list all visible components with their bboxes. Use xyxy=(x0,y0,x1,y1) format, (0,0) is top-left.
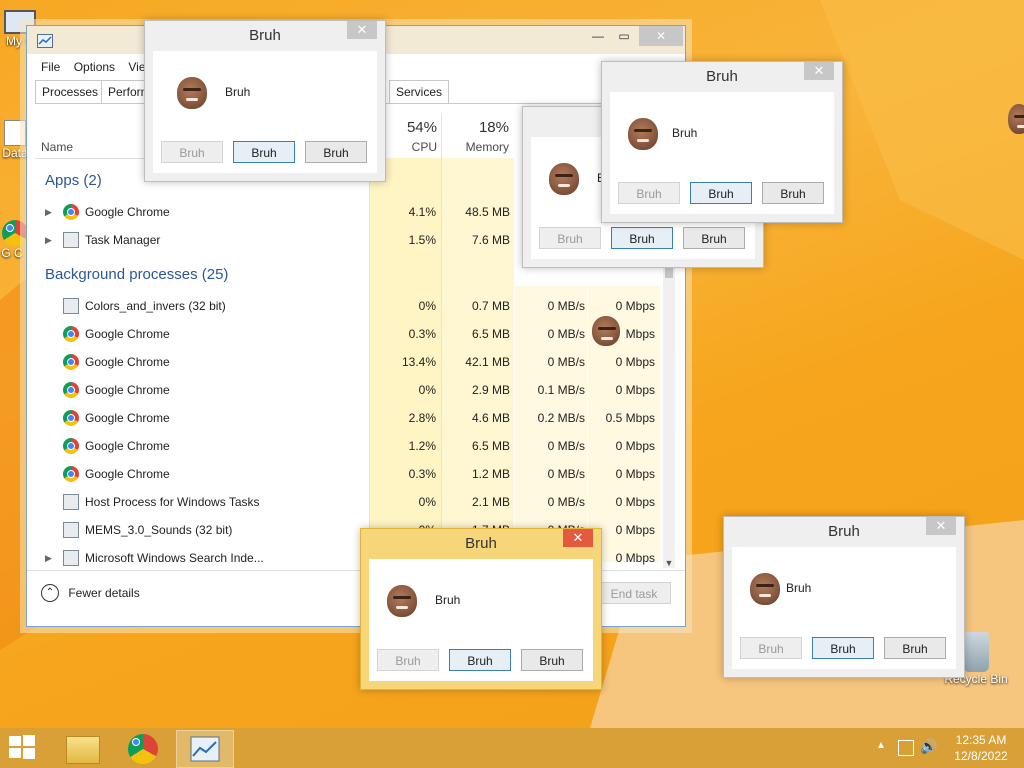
table-row[interactable]: Colors_and_invers (32 bit) 0% 0.7 MB 0 MB/s… xyxy=(27,292,663,320)
menu-options[interactable]: Options xyxy=(74,60,115,74)
apps-group-header: Apps (2) xyxy=(45,172,102,189)
chrome-icon xyxy=(63,382,79,398)
bruh-button[interactable]: Bruh xyxy=(521,649,583,671)
taskbar-file-explorer[interactable] xyxy=(54,730,110,766)
chrome-icon xyxy=(128,734,158,764)
cpu-percent: 54% xyxy=(406,119,437,136)
tray-overflow-icon[interactable]: ▲ xyxy=(876,740,886,751)
tab-services[interactable]: Services xyxy=(389,80,450,103)
bruh-button-default[interactable]: Bruh xyxy=(233,141,295,163)
window-icon xyxy=(63,298,79,314)
bruh-button[interactable]: Bruh xyxy=(884,637,946,659)
task-manager-icon xyxy=(37,34,53,48)
recycle-bin-icon xyxy=(963,632,989,672)
close-button[interactable]: ✕ xyxy=(347,21,377,39)
start-button[interactable] xyxy=(8,734,38,762)
bruh-button-disabled[interactable]: Bruh xyxy=(740,637,802,659)
window-icon xyxy=(63,494,79,510)
end-task-button[interactable]: End task xyxy=(597,582,671,604)
table-row[interactable]: Google Chrome 0.3% 6.5 MB 0 MB/s Mbps xyxy=(27,320,663,348)
chrome-icon xyxy=(63,438,79,454)
taskbar: ▲ 🔊 12:35 AM 12/8/2022 xyxy=(0,728,1024,768)
column-header-memory[interactable]: Memory xyxy=(457,140,509,154)
bruh-button-default[interactable]: Bruh xyxy=(690,182,752,204)
taskbar-task-manager[interactable] xyxy=(176,730,234,768)
scrollbar[interactable]: ▼ xyxy=(663,262,675,568)
chrome-icon xyxy=(2,220,28,246)
taskbar-chrome[interactable] xyxy=(114,730,170,766)
table-row[interactable]: Host Process for Windows Tasks 0% 2.1 MB 0 … xyxy=(27,488,663,516)
face-image-icon xyxy=(750,573,780,605)
bruh-button[interactable]: Bruh xyxy=(762,182,824,204)
table-row[interactable]: Google Chrome 0.3% 1.2 MB 0 MB/s 0 Mbps xyxy=(27,460,663,488)
background-group-header: Background processes (25) xyxy=(45,266,229,283)
folder-icon xyxy=(66,736,100,764)
face-image-icon xyxy=(549,163,579,195)
scroll-down-icon[interactable]: ▼ xyxy=(663,558,675,568)
chrome-icon xyxy=(63,410,79,426)
expand-arrow-icon[interactable]: ▶ xyxy=(45,226,52,254)
tab-processes[interactable]: Processes xyxy=(35,80,106,103)
chrome-icon xyxy=(63,354,79,370)
maximize-button[interactable]: ▭ xyxy=(613,26,635,46)
task-manager-icon xyxy=(190,736,220,762)
bruh-dialog[interactable]: Bruh ✕ Bruh Bruh Bruh Bruh xyxy=(723,516,965,678)
close-button[interactable]: ✕ xyxy=(563,529,593,547)
face-image-icon xyxy=(628,118,658,150)
task-manager-icon xyxy=(63,232,79,248)
table-row[interactable]: Google Chrome 13.4% 42.1 MB 0 MB/s 0 Mbps xyxy=(27,348,663,376)
clock[interactable]: 12:35 AM 12/8/2022 xyxy=(946,732,1016,764)
memory-percent: 18% xyxy=(478,119,509,136)
expand-arrow-icon[interactable]: ▶ xyxy=(45,198,52,226)
bruh-button[interactable]: Bruh xyxy=(305,141,367,163)
close-button[interactable]: ✕ xyxy=(926,517,956,535)
bruh-button-default[interactable]: Bruh xyxy=(449,649,511,671)
close-button[interactable]: ✕ xyxy=(639,26,683,46)
face-image-icon xyxy=(387,585,417,617)
table-row[interactable]: Google Chrome 2.8% 4.6 MB 0.2 MB/s 0.5 Mbps xyxy=(27,404,663,432)
close-button[interactable]: ✕ xyxy=(804,62,834,80)
windows-logo-icon xyxy=(9,735,35,759)
bruh-button-disabled[interactable]: Bruh xyxy=(539,227,601,249)
face-image-icon xyxy=(592,316,620,346)
chrome-icon xyxy=(63,204,79,220)
shortcut-icon xyxy=(4,120,26,146)
bruh-button-disabled[interactable]: Bruh xyxy=(377,649,439,671)
bruh-dialog[interactable]: Bruh ✕ Bruh Bruh Bruh Bruh xyxy=(601,61,843,223)
face-image-icon xyxy=(1008,104,1024,134)
menu-file[interactable]: File xyxy=(41,60,60,74)
volume-icon[interactable]: 🔊 xyxy=(920,738,937,755)
search-indexer-icon xyxy=(63,550,79,566)
bruh-dialog-active[interactable]: Bruh ✕ Bruh Bruh Bruh Bruh xyxy=(360,528,602,690)
table-row[interactable]: Google Chrome 0% 2.9 MB 0.1 MB/s 0 Mbps xyxy=(27,376,663,404)
bruh-button-default[interactable]: Bruh xyxy=(812,637,874,659)
bruh-dialog[interactable]: Bruh ✕ Bruh Bruh Bruh Bruh xyxy=(144,20,386,182)
fewer-details-button[interactable]: ⌃ Fewer details xyxy=(41,584,140,602)
table-row[interactable]: Google Chrome 1.2% 6.5 MB 0 MB/s 0 Mbps xyxy=(27,432,663,460)
network-icon[interactable] xyxy=(898,740,914,756)
bruh-button[interactable]: Bruh xyxy=(683,227,745,249)
collapse-icon: ⌃ xyxy=(41,584,59,602)
chrome-icon xyxy=(63,466,79,482)
face-image-icon xyxy=(177,77,207,109)
bruh-button-disabled[interactable]: Bruh xyxy=(161,141,223,163)
minimize-button[interactable]: — xyxy=(587,26,609,46)
sound-icon xyxy=(63,522,79,538)
chrome-icon xyxy=(63,326,79,342)
bruh-button-default[interactable]: Bruh xyxy=(611,227,673,249)
column-header-cpu[interactable]: CPU xyxy=(399,140,437,154)
column-header-name[interactable]: Name xyxy=(41,140,73,154)
bruh-button-disabled[interactable]: Bruh xyxy=(618,182,680,204)
expand-arrow-icon[interactable]: ▶ xyxy=(45,544,52,572)
